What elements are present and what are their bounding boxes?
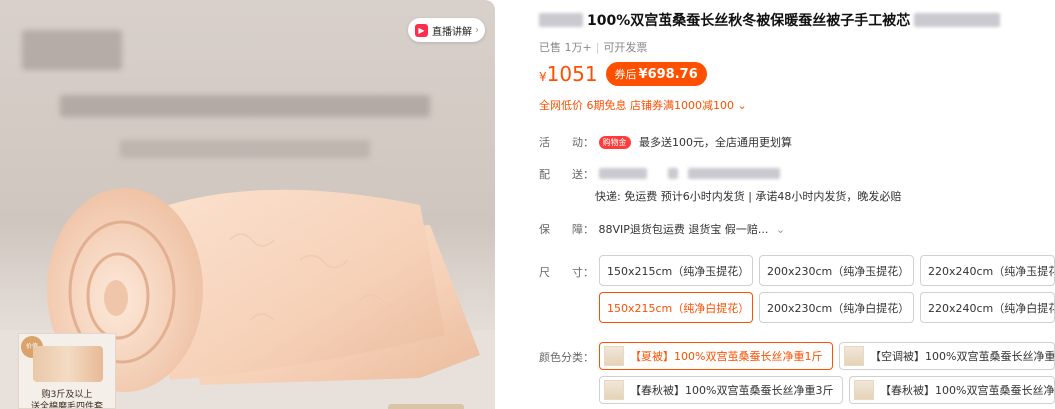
shipping-detail: 快递: 免运费 预计6小时内发货 | 承诺48小时内发货，晚发必赔 bbox=[595, 190, 902, 203]
color-option[interactable]: 【空调被】100%双宫茧桑蚕长丝净重 bbox=[839, 342, 1055, 370]
product-info-panel: 100%双宫茧桑蚕长丝秋冬被保暖蚕丝被子手工被芯 已售 1万+ | 可开发票 ¥10… bbox=[539, 0, 1055, 409]
currency-symbol: ¥ bbox=[539, 70, 547, 84]
image-thumbnail-peek[interactable] bbox=[388, 404, 464, 409]
shipping-row: 配 送： bbox=[539, 166, 780, 182]
price-row: ¥1051 券后 ¥698.76 bbox=[539, 62, 707, 86]
color-label: 颜色分类： bbox=[539, 351, 594, 364]
title-row: 100%双宫茧桑蚕长丝秋冬被保暖蚕丝被子手工被芯 bbox=[539, 10, 1001, 30]
coupon-price-label: 券后 bbox=[614, 68, 637, 81]
chevron-down-icon: ⌄ bbox=[775, 223, 786, 236]
activity-label: 活 动： bbox=[539, 136, 594, 149]
size-option[interactable]: 220x240cm（纯净玉提花） bbox=[920, 255, 1055, 286]
gift-promo-badge[interactable]: 价值 购3斤及以上 送全棉磨毛四件套 bbox=[18, 333, 116, 409]
color-option-label: 【春秋被】100%双宫茧桑蚕长丝净重3斤 bbox=[630, 384, 834, 397]
bedding-set-thumbnail bbox=[33, 346, 103, 382]
blurred-arrow bbox=[668, 168, 678, 179]
size-option[interactable]: 200x230cm（纯净白提花） bbox=[759, 292, 914, 323]
size-label: 尺 寸： bbox=[539, 266, 594, 279]
option-thumbnail bbox=[604, 346, 624, 366]
color-option[interactable]: 【春秋被】100%双宫茧桑蚕长丝净重3斤 bbox=[599, 376, 843, 404]
size-option[interactable]: 200x230cm（纯净玉提花） bbox=[759, 255, 914, 286]
color-option-selected[interactable]: 【夏被】100%双宫茧桑蚕长丝净重1斤 bbox=[599, 342, 833, 370]
live-explain-button[interactable]: ▶ 直播讲解 › bbox=[408, 18, 485, 42]
size-option[interactable]: 220x240cm（纯净白提花） bbox=[920, 292, 1055, 323]
sold-count: 已售 1万+ bbox=[539, 41, 592, 54]
sales-info: 已售 1万+ | 可开发票 bbox=[539, 39, 647, 55]
activity-text[interactable]: 最多送100元，全店通用更划算 bbox=[639, 136, 792, 149]
coupon-price-value: ¥698.76 bbox=[638, 66, 698, 82]
shopping-gold-badge: 购物金 bbox=[598, 136, 631, 149]
blurred-origin bbox=[598, 168, 647, 179]
color-option[interactable]: 【春秋被】100%双宫茧桑蚕长丝净重 bbox=[849, 376, 1055, 404]
shipping-label: 配 送： bbox=[539, 168, 594, 181]
blurred-title-tail bbox=[914, 13, 1001, 27]
coupon-price-badge[interactable]: 券后 ¥698.76 bbox=[605, 62, 707, 86]
guarantee-label: 保 障： bbox=[539, 223, 594, 236]
guarantee-text: 88VIP退货包运费 退货宝 假一赔... bbox=[598, 223, 769, 236]
option-thumbnail bbox=[854, 380, 874, 400]
chevron-down-icon: ⌄ bbox=[737, 99, 747, 112]
promo-text-line2: 送全棉磨毛四件套 bbox=[30, 402, 103, 409]
product-title: 100%双宫茧桑蚕长丝秋冬被保暖蚕丝被子手工被芯 bbox=[587, 13, 911, 29]
size-option-selected[interactable]: 150x215cm（纯净白提花） bbox=[599, 292, 753, 323]
live-explain-label: 直播讲解 bbox=[432, 26, 472, 38]
option-thumbnail bbox=[604, 380, 624, 400]
activity-row: 活 动： 购物金 最多送100元，全店通用更划算 bbox=[539, 134, 792, 150]
guarantee-row[interactable]: 保 障： 88VIP退货包运费 退货宝 假一赔... ⌄ bbox=[539, 221, 785, 237]
promotion-summary[interactable]: 全网低价 6期免息 店铺券满1000减100 ⌄ bbox=[539, 97, 747, 113]
promotion-text: 全网低价 6期免息 店铺券满1000减100 bbox=[539, 99, 734, 112]
invoice-label: 可开发票 bbox=[603, 41, 648, 54]
blurred-brand bbox=[539, 13, 583, 27]
color-option-label: 【空调被】100%双宫茧桑蚕长丝净重 bbox=[870, 350, 1055, 363]
color-option-label: 【春秋被】100%双宫茧桑蚕长丝净重 bbox=[880, 384, 1055, 397]
option-thumbnail bbox=[844, 346, 864, 366]
product-main-image[interactable]: ▶ 直播讲解 › 价值 购3斤及以上 送全棉磨毛四件套 bbox=[0, 0, 495, 409]
size-option[interactable]: 150x215cm（纯净玉提花） bbox=[599, 255, 753, 286]
price-value: 1051 bbox=[546, 62, 598, 86]
tv-live-icon: ▶ bbox=[415, 23, 428, 37]
color-option-label: 【夏被】100%双宫茧桑蚕长丝净重1斤 bbox=[630, 350, 823, 363]
blurred-destination[interactable] bbox=[687, 168, 780, 179]
chevron-right-icon: › bbox=[475, 24, 479, 36]
divider: | bbox=[595, 41, 600, 54]
original-price: ¥1051 bbox=[539, 62, 598, 86]
